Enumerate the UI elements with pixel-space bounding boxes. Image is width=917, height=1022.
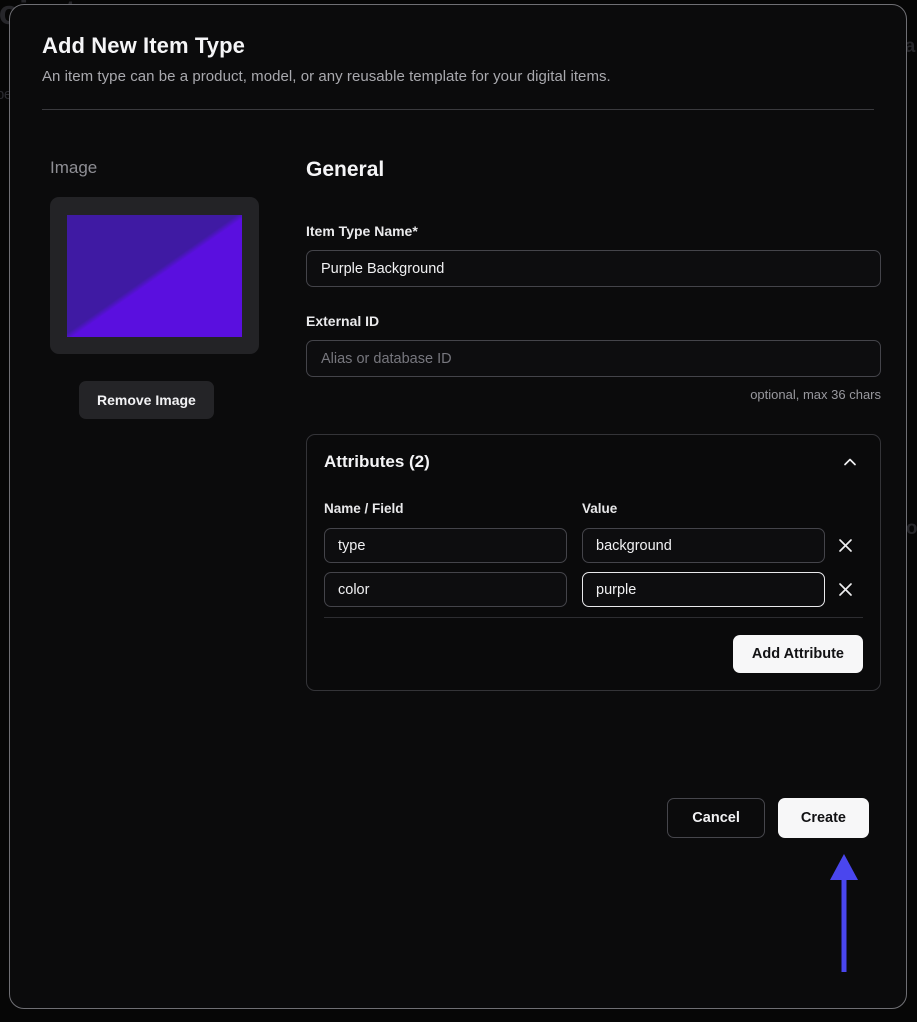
attributes-column-headers: Name / Field Value [324, 500, 863, 518]
annotation-arrow-up-icon [826, 850, 862, 972]
screen: roject pe la tol Add New Item Type An it… [0, 0, 917, 1022]
attributes-column-value-header: Value [582, 501, 617, 516]
attributes-title: Attributes (2) [324, 452, 430, 472]
image-section: Image Remove Image [42, 158, 290, 691]
attributes-collapse-toggle[interactable] [837, 451, 863, 473]
attribute-name-input[interactable] [324, 572, 567, 607]
field-group-external-id: External ID optional, max 36 chars [306, 313, 881, 402]
item-type-name-label: Item Type Name* [306, 223, 881, 239]
attribute-value-input[interactable] [582, 528, 825, 563]
create-button[interactable]: Create [778, 798, 869, 838]
item-type-name-input[interactable] [306, 250, 881, 287]
remove-attribute-button[interactable] [825, 530, 865, 562]
attribute-value-input[interactable] [582, 572, 825, 607]
attributes-panel: Attributes (2) Name / Field Value [306, 434, 881, 691]
external-id-input[interactable] [306, 340, 881, 377]
general-heading: General [306, 158, 881, 182]
field-group-item-type-name: Item Type Name* [306, 223, 881, 287]
general-section: General Item Type Name* External ID opti… [290, 158, 881, 691]
image-section-label: Image [50, 158, 290, 178]
image-preview-frame[interactable] [50, 197, 259, 354]
attribute-row [324, 528, 863, 563]
remove-image-button[interactable]: Remove Image [79, 381, 214, 419]
dialog-header: Add New Item Type An item type can be a … [10, 5, 906, 85]
attribute-name-input[interactable] [324, 528, 567, 563]
dialog-body: Image Remove Image General Item Type Nam… [10, 110, 906, 691]
chevron-up-icon [841, 453, 859, 471]
dialog-subtitle: An item type can be a product, model, or… [42, 68, 874, 85]
attribute-row [324, 572, 863, 607]
external-id-hint: optional, max 36 chars [306, 387, 881, 402]
external-id-label: External ID [306, 313, 881, 329]
cancel-button[interactable]: Cancel [667, 798, 765, 838]
add-attribute-button[interactable]: Add Attribute [733, 635, 863, 673]
attributes-column-name-header: Name / Field [324, 501, 404, 516]
add-item-type-dialog: Add New Item Type An item type can be a … [9, 4, 907, 1009]
purple-background-thumbnail [67, 215, 242, 337]
close-icon [836, 580, 855, 599]
close-icon [836, 536, 855, 555]
attributes-footer: Add Attribute [324, 618, 863, 673]
attributes-header: Attributes (2) [324, 451, 863, 473]
dialog-footer: Cancel Create [667, 798, 869, 838]
remove-attribute-button[interactable] [825, 574, 865, 606]
dialog-title: Add New Item Type [42, 33, 874, 59]
